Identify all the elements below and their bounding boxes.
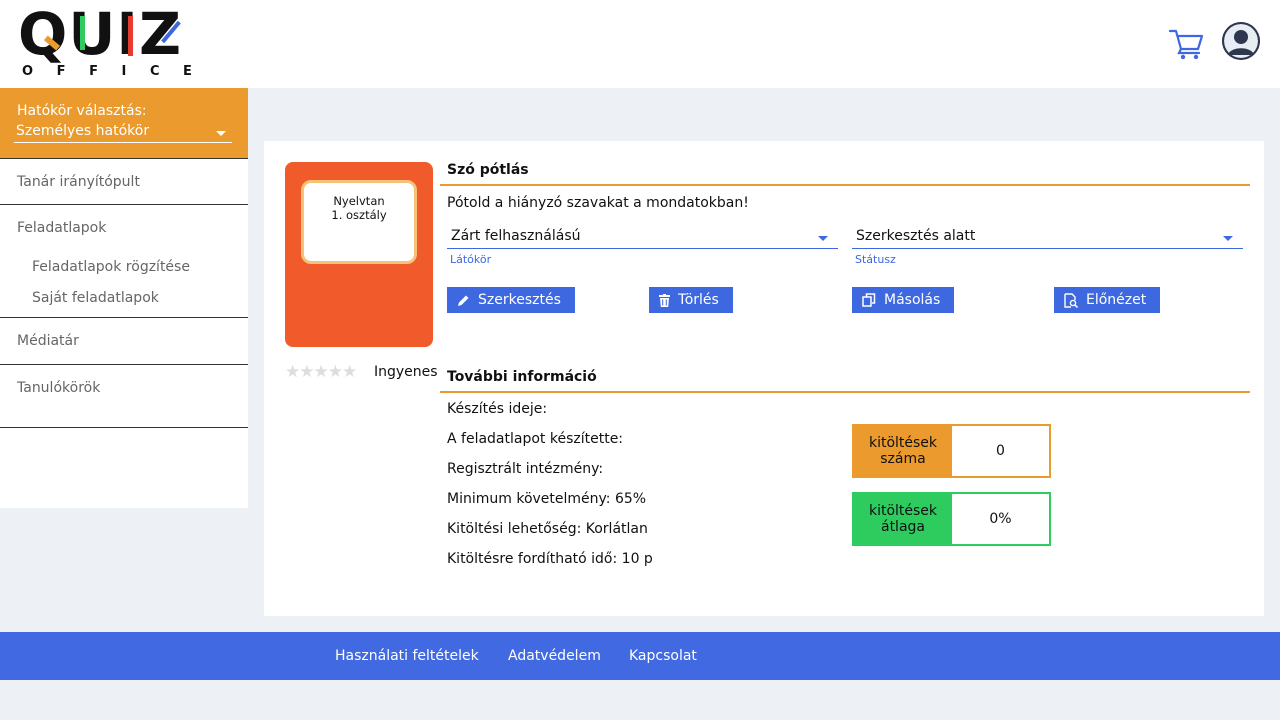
star-icon: ★ — [285, 362, 301, 382]
stat-count-label: kitöltések száma — [854, 426, 952, 476]
logo[interactable]: Q U I Z O F F I C E — [18, 0, 192, 80]
copy-button-label: Másolás — [884, 292, 941, 308]
chevron-down-icon — [216, 131, 226, 136]
scope-selector: Hatókör választás: Személyes hatókör — [0, 88, 248, 158]
worksheet-thumbnail[interactable]: Nyelvtan 1. osztály — [285, 162, 433, 347]
logo-office-letter: O — [22, 64, 34, 79]
preview-button[interactable]: Előnézet — [1054, 287, 1161, 313]
info-author: A feladatlapot készítette: — [447, 431, 624, 447]
worksheet-description: Pótold a hiányzó szavakat a mondatokban! — [447, 195, 749, 211]
stat-count-value: 0 — [952, 426, 1049, 476]
user-icon — [1222, 22, 1260, 60]
sidebar-item-own-worksheets[interactable]: Saját feladatlapok — [0, 283, 248, 317]
edit-button[interactable]: Szerkesztés — [447, 287, 575, 313]
logo-office-letter: F — [89, 64, 98, 79]
logo-letter-q: Q — [18, 0, 69, 68]
trash-icon — [659, 293, 670, 307]
stat-average-label: kitöltések átlaga — [854, 494, 952, 544]
footer: Használati feltételek Adatvédelem Kapcso… — [0, 632, 1280, 680]
preview-icon — [1064, 292, 1078, 308]
footer-link-contact[interactable]: Kapcsolat — [629, 648, 697, 664]
logo-office-letter: C — [149, 64, 160, 79]
logo-office-letter: I — [121, 64, 127, 79]
logo-letter-z: Z — [139, 0, 183, 68]
thumbnail-grade: 1. osztály — [331, 208, 387, 222]
cart-icon[interactable] — [1168, 26, 1204, 60]
chevron-down-icon — [1223, 236, 1233, 241]
info-title: További információ — [447, 369, 597, 385]
star-rating[interactable]: ★ ★ ★ ★ ★ — [285, 362, 358, 382]
title-divider — [440, 184, 1250, 186]
preview-button-label: Előnézet — [1086, 292, 1147, 308]
logo-quiz: Q U I Z — [18, 0, 183, 68]
stat-average-value: 0% — [952, 494, 1049, 544]
scope-value: Személyes hatókör — [16, 123, 150, 139]
avatar[interactable] — [1222, 22, 1260, 60]
logo-letter-u: U — [68, 0, 117, 68]
copy-icon — [862, 293, 876, 307]
sidebar-item-worksheets-record[interactable]: Feladatlapok rögzítése — [0, 251, 248, 283]
logo-office-letter: E — [183, 64, 192, 79]
sidebar-item-worksheets[interactable]: Feladatlapok — [0, 205, 248, 251]
chevron-down-icon — [818, 236, 828, 241]
visibility-select[interactable]: Zárt felhasználású — [447, 227, 838, 249]
logo-office: O F F I C E — [22, 64, 192, 79]
sidebar-group-worksheets: Feladatlapok Feladatlapok rögzítése Sajá… — [0, 205, 248, 318]
delete-button[interactable]: Törlés — [649, 287, 733, 313]
info-time-limit: Kitöltésre fordítható idő: 10 p — [447, 551, 653, 567]
info-divider — [440, 391, 1250, 393]
delete-button-label: Törlés — [678, 292, 719, 308]
status-label: Státusz — [855, 253, 896, 266]
price-label: Ingyenes — [374, 364, 438, 380]
star-icon: ★ — [313, 362, 329, 382]
stat-attempt-count: kitöltések száma 0 — [852, 424, 1051, 478]
status-select[interactable]: Szerkesztés alatt — [852, 227, 1243, 249]
header: Q U I Z O F F I C E — [0, 0, 1280, 88]
info-institution: Regisztrált intézmény: — [447, 461, 604, 477]
sidebar-item-teacher-dashboard[interactable]: Tanár irányítópult — [0, 158, 248, 205]
info-created: Készítés ideje: — [447, 401, 548, 417]
footer-link-privacy[interactable]: Adatvédelem — [508, 648, 601, 664]
worksheet-card: Nyelvtan 1. osztály ★ ★ ★ ★ ★ Ingyenes S… — [264, 141, 1264, 616]
star-icon: ★ — [342, 362, 358, 382]
pencil-icon — [458, 295, 469, 306]
sidebar: Hatókör választás: Személyes hatókör Tan… — [0, 88, 248, 508]
footer-link-terms[interactable]: Használati feltételek — [335, 648, 479, 664]
logo-accent-red — [128, 16, 133, 56]
visibility-label: Látókör — [450, 253, 492, 266]
worksheet-title: Szó pótlás — [447, 162, 529, 178]
scope-dropdown[interactable]: Személyes hatókör — [14, 122, 232, 143]
info-attempts: Kitöltési lehetőség: Korlátlan — [447, 521, 648, 537]
sidebar-nav: Tanár irányítópult Feladatlapok Feladatl… — [0, 158, 248, 428]
logo-accent-green — [80, 16, 85, 50]
stat-average: kitöltések átlaga 0% — [852, 492, 1051, 546]
sidebar-item-media-library[interactable]: Médiatár — [0, 318, 248, 365]
star-icon: ★ — [299, 362, 315, 382]
edit-button-label: Szerkesztés — [478, 292, 561, 308]
status-value: Szerkesztés alatt — [856, 228, 976, 244]
visibility-value: Zárt felhasználású — [451, 228, 581, 244]
scope-label: Hatókör választás: — [17, 103, 147, 119]
star-icon: ★ — [327, 362, 343, 382]
info-min-requirement: Minimum követelmény: 65% — [447, 491, 647, 507]
copy-button[interactable]: Másolás — [852, 287, 955, 313]
logo-office-letter: F — [56, 64, 66, 79]
thumbnail-label: Nyelvtan 1. osztály — [301, 180, 417, 264]
thumbnail-subject: Nyelvtan — [333, 194, 385, 208]
sidebar-item-study-groups[interactable]: Tanulókörök — [0, 365, 248, 428]
